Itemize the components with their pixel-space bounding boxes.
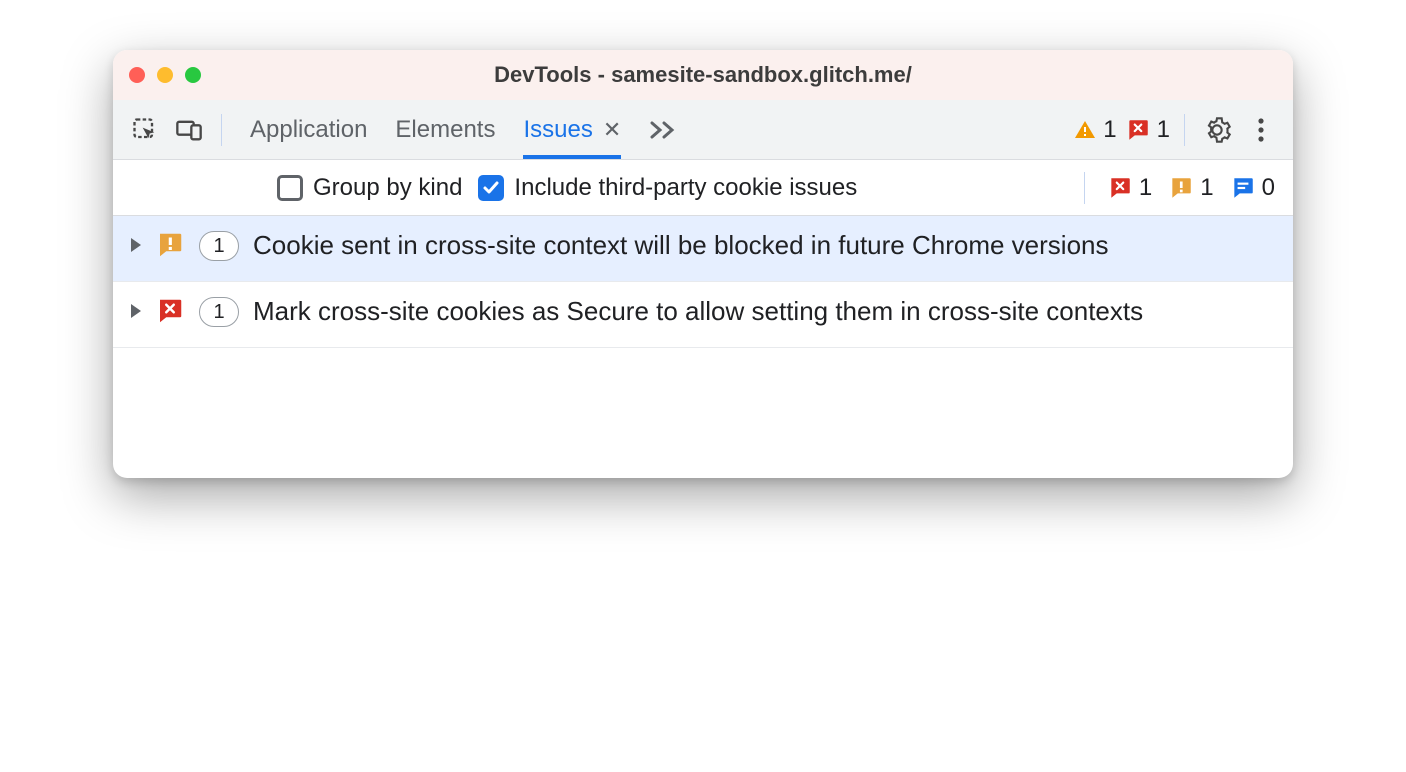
tab-label: Elements [395, 116, 495, 144]
devtools-window: DevTools - samesite-sandbox.glitch.me/ A… [113, 50, 1293, 478]
header-warning-count[interactable]: 1 [1073, 116, 1116, 144]
inspect-icon [131, 116, 159, 144]
close-window-button[interactable] [129, 67, 145, 83]
traffic-lights [129, 67, 201, 83]
summary-warning-count[interactable]: 1 [1168, 174, 1213, 202]
tab-application[interactable]: Application [250, 100, 367, 159]
issues-list: 1 Cookie sent in cross-site context will… [113, 216, 1293, 348]
tab-issues[interactable]: Issues ✕ [523, 100, 621, 159]
error-bubble-icon [1107, 175, 1133, 201]
error-bubble-icon [155, 296, 185, 335]
minimize-window-button[interactable] [157, 67, 173, 83]
header-error-count[interactable]: 1 [1125, 116, 1170, 144]
summary-info-value: 0 [1262, 174, 1275, 202]
maximize-window-button[interactable] [185, 67, 201, 83]
group-by-kind-label: Group by kind [313, 174, 462, 202]
summary-warning-value: 1 [1200, 174, 1213, 202]
group-by-kind-checkbox[interactable]: Group by kind [277, 174, 462, 202]
error-bubble-icon [1125, 117, 1151, 143]
issue-count-badge: 1 [199, 231, 239, 261]
window-title: DevTools - samesite-sandbox.glitch.me/ [113, 62, 1293, 88]
expand-triangle-icon[interactable] [131, 238, 141, 252]
gear-icon [1203, 116, 1231, 144]
warning-bubble-icon [1168, 175, 1194, 201]
summary-error-count[interactable]: 1 [1107, 174, 1152, 202]
summary-info-count[interactable]: 0 [1230, 174, 1275, 202]
issue-row[interactable]: 1 Mark cross-site cookies as Secure to a… [113, 282, 1293, 348]
more-tabs-button[interactable] [649, 100, 677, 159]
warning-bubble-icon [155, 230, 185, 269]
issue-title: Cookie sent in cross-site context will b… [253, 228, 1275, 263]
include-third-party-checkbox[interactable]: Include third-party cookie issues [478, 174, 857, 202]
device-toolbar-button[interactable] [171, 112, 207, 148]
inspect-element-button[interactable] [127, 112, 163, 148]
empty-space [113, 348, 1293, 478]
tab-elements[interactable]: Elements [395, 100, 495, 159]
expand-triangle-icon[interactable] [131, 304, 141, 318]
toolbar-divider [221, 114, 222, 146]
panel-tabs: Application Elements Issues ✕ [250, 100, 677, 159]
include-third-party-label: Include third-party cookie issues [514, 174, 857, 202]
summary-error-value: 1 [1139, 174, 1152, 202]
tab-label: Application [250, 116, 367, 144]
main-toolbar: Application Elements Issues ✕ [113, 100, 1293, 160]
titlebar: DevTools - samesite-sandbox.glitch.me/ [113, 50, 1293, 100]
issues-toolbar: Group by kind Include third-party cookie… [113, 160, 1293, 216]
issue-count-badge: 1 [199, 297, 239, 327]
warning-count-value: 1 [1103, 116, 1116, 144]
more-options-button[interactable] [1243, 112, 1279, 148]
toolbar-divider [1084, 172, 1085, 204]
settings-button[interactable] [1199, 112, 1235, 148]
issue-row[interactable]: 1 Cookie sent in cross-site context will… [113, 216, 1293, 282]
info-bubble-icon [1230, 175, 1256, 201]
tab-label: Issues [523, 116, 592, 144]
devices-icon [175, 116, 203, 144]
checkbox-checked-icon [478, 175, 504, 201]
chevron-double-right-icon [649, 120, 677, 140]
kebab-menu-icon [1257, 117, 1265, 143]
toolbar-divider [1184, 114, 1185, 146]
checkbox-unchecked-icon [277, 175, 303, 201]
error-count-value: 1 [1157, 116, 1170, 144]
close-tab-icon[interactable]: ✕ [603, 117, 621, 143]
issue-title: Mark cross-site cookies as Secure to all… [253, 294, 1275, 329]
warning-triangle-icon [1073, 118, 1097, 142]
